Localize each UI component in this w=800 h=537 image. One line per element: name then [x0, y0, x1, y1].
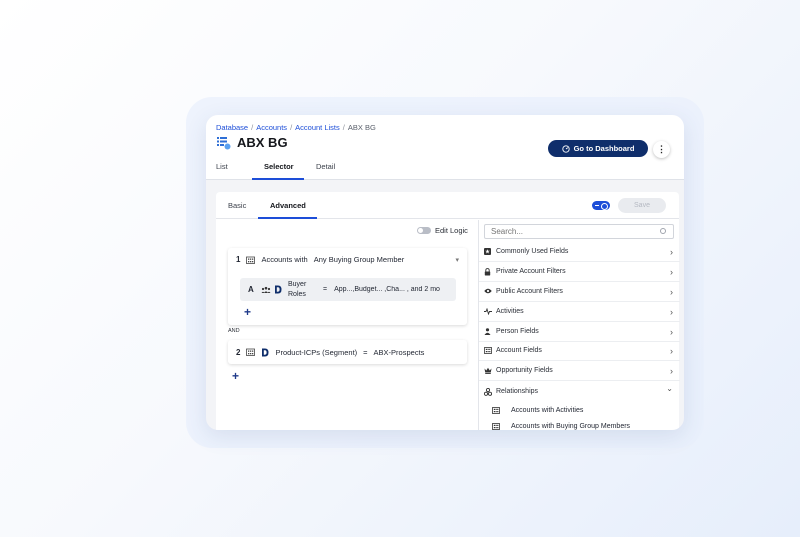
add-condition-button[interactable]: + [244, 305, 251, 319]
app-window: Database / Accounts / Account Lists / AB… [206, 115, 684, 430]
building-icon [492, 407, 500, 414]
relationship-item[interactable]: Accounts with Buying Group Members [492, 423, 630, 430]
relationships-icon [484, 387, 492, 396]
add-rule-button[interactable]: + [232, 369, 239, 383]
building-icon [492, 423, 500, 430]
rule-card[interactable]: 2 Product-ICPs (Segment) = ABX-Prospects [228, 340, 467, 364]
account-list-icon [216, 135, 231, 150]
edit-logic-label: Edit Logic [435, 226, 468, 235]
relationship-item[interactable]: Accounts with Activities [492, 407, 583, 414]
person-icon [484, 328, 491, 335]
tab-selector[interactable]: Selector [252, 158, 304, 180]
field-group-label: Opportunity Fields [496, 367, 553, 374]
star-box-icon [484, 248, 491, 255]
page-title: ABX BG [237, 135, 288, 150]
subtab-advanced[interactable]: Advanced [258, 192, 317, 219]
field-group-commonly-used[interactable]: Commonly Used Fields › [479, 242, 680, 262]
tab-detail[interactable]: Detail [304, 158, 344, 180]
d-logo-icon [274, 285, 282, 294]
relationship-label: Accounts with Buying Group Members [511, 423, 631, 430]
save-button[interactable]: Save [618, 198, 666, 213]
fields-column: Commonly Used Fields › Private Account F… [478, 220, 680, 430]
chevron-right-icon: › [670, 267, 673, 277]
building-icon [246, 256, 256, 264]
rule-field: Product-ICPs (Segment) [275, 347, 358, 357]
rules-column: Edit Logic 1 Accounts with Any Buying Gr… [216, 220, 478, 430]
field-group-label: Commonly Used Fields [496, 248, 569, 255]
edit-logic-control[interactable]: Edit Logic [417, 226, 468, 235]
chevron-right-icon: › [670, 247, 673, 257]
go-to-dashboard-label: Go to Dashboard [573, 144, 635, 153]
field-group-relationships[interactable]: Relationships ⌄ [479, 381, 680, 401]
tab-bar: List Selector Detail [216, 158, 344, 180]
field-group-label: Private Account Filters [496, 268, 566, 275]
rule-text: Accounts with [261, 255, 308, 264]
field-group-label: Account Fields [496, 347, 542, 354]
and-operator-label[interactable]: AND [228, 328, 240, 334]
rule-card[interactable]: 1 Accounts with Any Buying Group Member … [228, 248, 467, 325]
field-group-label: Activities [496, 308, 524, 315]
rule-header: 1 Accounts with Any Buying Group Member [236, 255, 404, 264]
page-header: Database / Accounts / Account Lists / AB… [206, 115, 684, 180]
dashboard-icon [561, 144, 570, 153]
selector-panel: Basic Advanced Save Edit Logic 1 Account… [216, 192, 680, 430]
field-group-private-account-filters[interactable]: Private Account Filters › [479, 262, 680, 282]
chevron-right-icon: › [670, 307, 673, 317]
rule-value[interactable]: ABX-Prospects [374, 348, 425, 357]
breadcrumb-database[interactable]: Database [216, 123, 248, 132]
chevron-down-icon: ⌄ [666, 384, 673, 393]
more-options-button[interactable]: ⋮ [653, 141, 670, 158]
breadcrumb-current: ABX BG [347, 123, 376, 132]
breadcrumb: Database / Accounts / Account Lists / AB… [216, 123, 376, 132]
go-to-dashboard-button[interactable]: Go to Dashboard [548, 140, 648, 157]
field-group-activities[interactable]: Activities › [479, 302, 680, 322]
crown-icon [484, 367, 492, 374]
field-group-label: Public Account Filters [496, 288, 563, 295]
rule-number: 2 [236, 347, 241, 357]
people-group-icon [261, 286, 271, 294]
subrule-field: Buyer Roles [288, 280, 307, 298]
search-input[interactable] [484, 224, 674, 239]
subrule[interactable]: A Buyer Roles = App...,Budget... ,Cha...… [240, 278, 456, 301]
activity-icon [484, 308, 492, 315]
lock-icon [484, 268, 491, 276]
tab-list[interactable]: List [216, 158, 252, 180]
subtab-bar: Basic Advanced Save [216, 192, 679, 219]
breadcrumb-account-lists[interactable]: Account Lists [295, 123, 340, 132]
field-group-public-account-filters[interactable]: Public Account Filters › [479, 282, 680, 302]
field-group-person-fields[interactable]: Person Fields › [479, 322, 680, 342]
eye-icon [484, 288, 492, 295]
breadcrumb-accounts[interactable]: Accounts [256, 123, 287, 132]
field-group-account-fields[interactable]: Account Fields › [479, 341, 680, 361]
subrule-operator: = [323, 286, 328, 293]
relationship-label: Accounts with Activities [511, 407, 584, 414]
rule-number: 1 [236, 255, 241, 264]
field-group-label: Person Fields [496, 328, 539, 335]
subrule-letter: A [248, 285, 254, 294]
rule-condition[interactable]: Any Buying Group Member [314, 255, 404, 264]
chevron-down-icon[interactable]: ▾ [455, 256, 459, 264]
chevron-right-icon: › [670, 346, 673, 356]
subrule-value[interactable]: App...,Budget... ,Cha... , and 2 mo [334, 286, 446, 293]
breadcrumb-separator: / [290, 123, 293, 132]
breadcrumb-separator: / [342, 123, 345, 132]
field-group-label: Relationships [496, 387, 539, 395]
rule-operator: = [363, 347, 368, 357]
subtab-basic[interactable]: Basic [228, 192, 246, 219]
edit-logic-toggle[interactable] [417, 227, 431, 234]
chevron-right-icon: › [670, 366, 673, 376]
breadcrumb-separator: / [251, 123, 254, 132]
search-icon [660, 228, 666, 234]
title-row: ABX BG [216, 135, 288, 150]
chevron-right-icon: › [670, 287, 673, 297]
d-logo-icon [261, 348, 269, 357]
mode-toggle[interactable] [592, 201, 610, 210]
building-icon [484, 347, 492, 354]
building-icon [246, 348, 256, 356]
chevron-right-icon: › [670, 327, 673, 337]
field-group-opportunity-fields[interactable]: Opportunity Fields › [479, 361, 680, 381]
